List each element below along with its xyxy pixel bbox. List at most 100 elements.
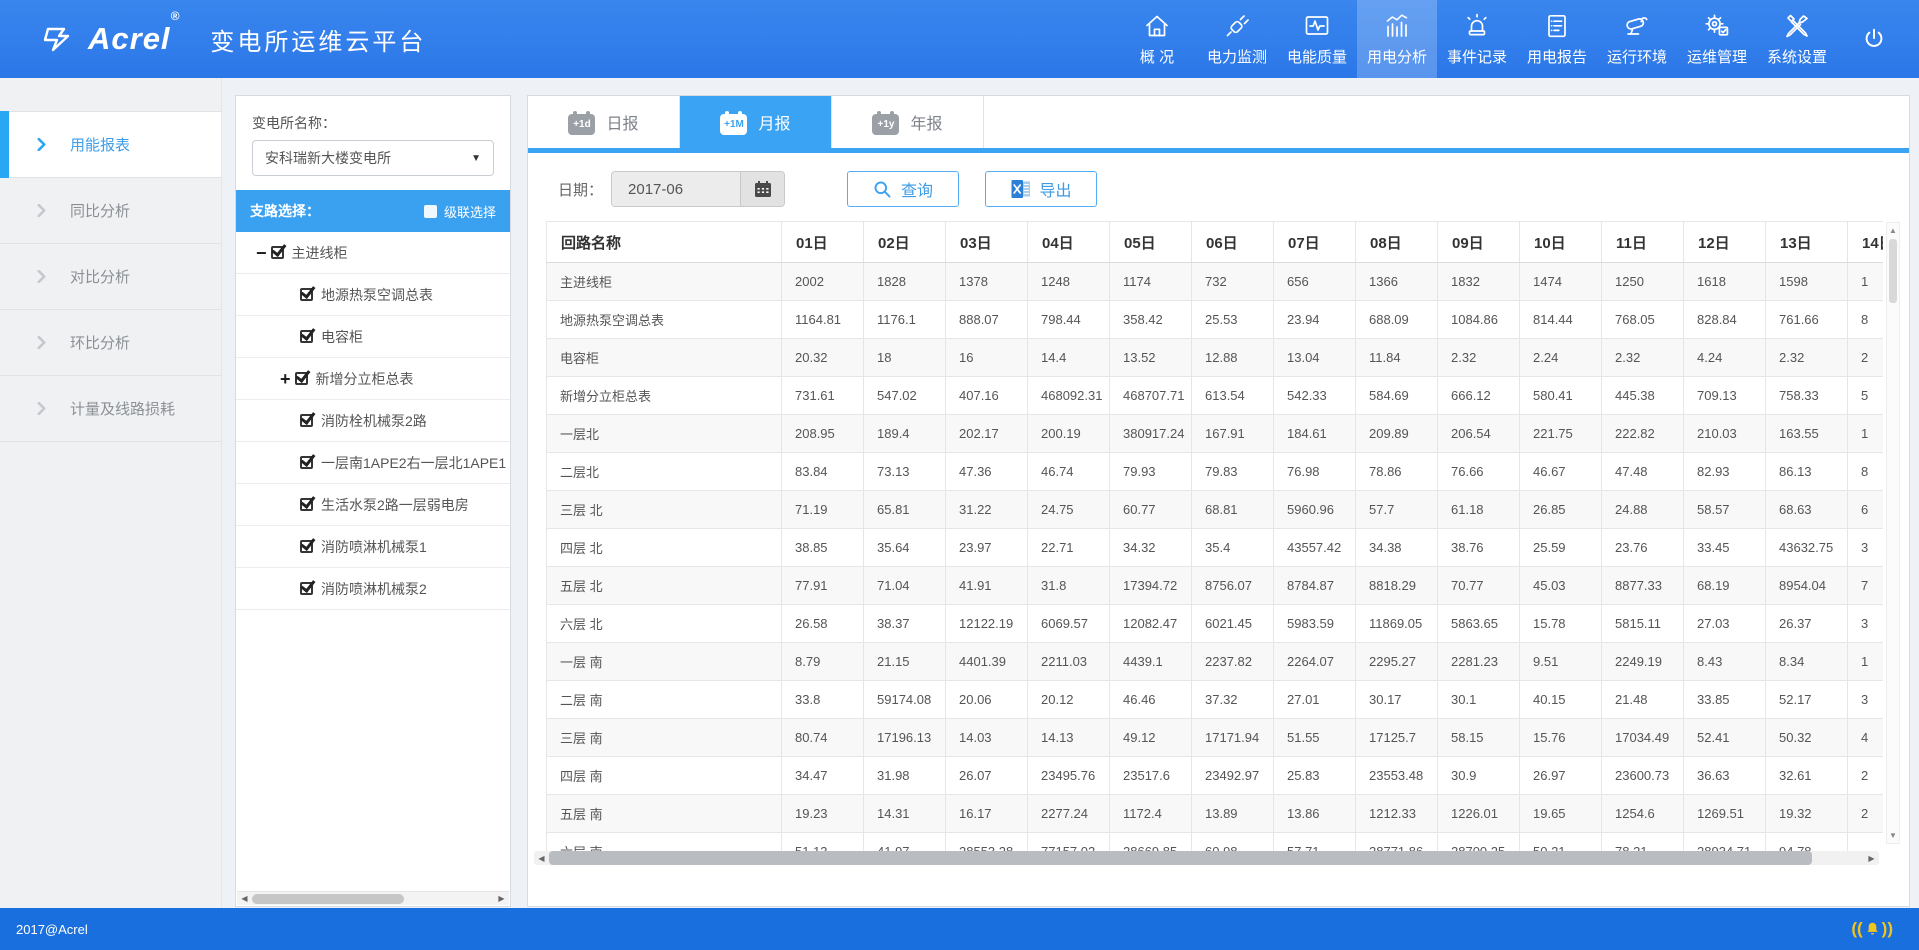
value-cell: 71.04 xyxy=(864,567,946,605)
value-cell: 19.65 xyxy=(1520,795,1602,833)
export-button[interactable]: 导出 xyxy=(985,171,1097,207)
col-header-day: 09日 xyxy=(1438,222,1520,263)
sidebar-item-yoy-analysis[interactable]: 同比分析 xyxy=(0,178,221,244)
value-cell: 358.42 xyxy=(1110,301,1192,339)
tab-daily[interactable]: +1d日报 xyxy=(528,96,680,148)
sidebar-item-energy-report[interactable]: 用能报表 xyxy=(0,112,221,178)
tree-item[interactable]: −主进线柜 xyxy=(236,232,510,274)
tree-item[interactable]: 地源热泵空调总表 xyxy=(236,274,510,316)
value-cell: 542.33 xyxy=(1274,377,1356,415)
value-cell: 16 xyxy=(946,339,1028,377)
value-cell xyxy=(1848,833,1884,854)
nav-item-power-monitor[interactable]: 电力监测 xyxy=(1197,0,1277,78)
tree-horizontal-scrollbar[interactable]: ◀ ▶ xyxy=(237,891,509,905)
scroll-down-icon[interactable]: ▼ xyxy=(1887,831,1899,840)
nav-item-event-log[interactable]: 事件记录 xyxy=(1437,0,1517,78)
nav-item-environment[interactable]: 运行环境 xyxy=(1597,0,1677,78)
scroll-up-icon[interactable]: ▲ xyxy=(1887,226,1899,235)
report-tabs: +1d日报+1M月报+1y年报 xyxy=(528,96,1909,148)
value-cell: 2.24 xyxy=(1520,339,1602,377)
value-cell: 83.84 xyxy=(782,453,864,491)
checkbox-checked-icon[interactable] xyxy=(300,498,313,511)
value-cell: 189.4 xyxy=(864,415,946,453)
sidebar-item-metering-line-loss[interactable]: 计量及线路损耗 xyxy=(0,376,221,442)
logout-button[interactable] xyxy=(1837,26,1911,52)
table-row: 六层 北26.5838.3712122.196069.5712082.47602… xyxy=(547,605,1884,643)
table-row: 二层 南33.859174.0820.0620.1246.4637.3227.0… xyxy=(547,681,1884,719)
nav-item-power-quality[interactable]: 电能质量 xyxy=(1277,0,1357,78)
value-cell: 1212.33 xyxy=(1356,795,1438,833)
scrollbar-thumb[interactable] xyxy=(252,894,404,904)
tree-item[interactable]: 一层南1APE2右一层北1APE1 xyxy=(236,442,510,484)
value-cell: 2277.24 xyxy=(1028,795,1110,833)
sidebar-item-comparison-analysis[interactable]: 对比分析 xyxy=(0,244,221,310)
scroll-left-icon[interactable]: ◀ xyxy=(237,894,252,903)
report-table: 回路名称01日02日03日04日05日06日07日08日09日10日11日12日… xyxy=(546,221,1883,853)
col-header-day: 01日 xyxy=(782,222,864,263)
tree-item[interactable]: 消防喷淋机械泵1 xyxy=(236,526,510,568)
value-cell: 30.17 xyxy=(1356,681,1438,719)
scroll-right-icon[interactable]: ▶ xyxy=(494,894,509,903)
tree-item[interactable]: 消防栓机械泵2路 xyxy=(236,400,510,442)
checkbox-checked-icon[interactable] xyxy=(300,330,313,343)
top-nav: 概 况电力监测电能质量用电分析事件记录用电报告运行环境运维管理系统设置 xyxy=(1117,0,1837,78)
table-row: 一层 南8.7921.154401.392211.034439.12237.82… xyxy=(547,643,1884,681)
value-cell: 13.04 xyxy=(1274,339,1356,377)
circuit-name-cell: 五层 南 xyxy=(547,795,782,833)
scroll-left-icon[interactable]: ◀ xyxy=(534,854,549,863)
checkbox-checked-icon[interactable] xyxy=(300,288,313,301)
checkbox-checked-icon[interactable] xyxy=(300,456,313,469)
search-icon xyxy=(873,180,892,199)
value-cell: 547.02 xyxy=(864,377,946,415)
date-picker-button[interactable] xyxy=(740,172,784,206)
value-cell: 36.63 xyxy=(1684,757,1766,795)
checkbox-checked-icon[interactable] xyxy=(300,540,313,553)
checkbox-checked-icon[interactable] xyxy=(271,246,284,259)
top-header: Acrel® 变电所运维云平台 概 况电力监测电能质量用电分析事件记录用电报告运… xyxy=(0,0,1919,78)
checkbox-checked-icon[interactable] xyxy=(295,372,308,385)
value-cell: 1176.1 xyxy=(864,301,946,339)
active-tab-strip xyxy=(528,148,1909,153)
scrollbar-thumb[interactable] xyxy=(549,851,1812,865)
scrollbar-thumb[interactable] xyxy=(1889,239,1897,303)
value-cell: 30.1 xyxy=(1438,681,1520,719)
nav-item-energy-report[interactable]: 用电报告 xyxy=(1517,0,1597,78)
tree-item[interactable]: +新增分立柜总表 xyxy=(236,358,510,400)
value-cell: 184.61 xyxy=(1274,415,1356,453)
tree-item[interactable]: 电容柜 xyxy=(236,316,510,358)
value-cell: 584.69 xyxy=(1356,377,1438,415)
value-cell: 59174.08 xyxy=(864,681,946,719)
date-input[interactable]: 2017-06 xyxy=(612,172,740,206)
value-cell: 709.13 xyxy=(1684,377,1766,415)
date-input-group: 2017-06 xyxy=(611,171,785,207)
cascade-checkbox[interactable]: 级联选择 xyxy=(424,202,496,221)
tab-monthly[interactable]: +1M月报 xyxy=(680,96,832,148)
sidebar-item-mom-analysis[interactable]: 环比分析 xyxy=(0,310,221,376)
query-button[interactable]: 查询 xyxy=(847,171,959,207)
table-vertical-scrollbar[interactable]: ▲ ▼ xyxy=(1886,222,1900,844)
value-cell: 80.74 xyxy=(782,719,864,757)
value-cell: 445.38 xyxy=(1602,377,1684,415)
notification-bell-button[interactable]: (( )) xyxy=(1851,919,1893,939)
collapse-icon[interactable]: − xyxy=(256,244,267,262)
nav-item-system-settings[interactable]: 系统设置 xyxy=(1757,0,1837,78)
col-header-day: 13日 xyxy=(1766,222,1848,263)
checkbox-checked-icon[interactable] xyxy=(300,414,313,427)
nav-item-overview[interactable]: 概 况 xyxy=(1117,0,1197,78)
nav-item-energy-analysis[interactable]: 用电分析 xyxy=(1357,0,1437,78)
value-cell: 1174 xyxy=(1110,263,1192,301)
value-cell: 28669.85 xyxy=(1110,833,1192,854)
nav-item-om-management[interactable]: 运维管理 xyxy=(1677,0,1757,78)
expand-icon[interactable]: + xyxy=(280,370,291,388)
tab-yearly[interactable]: +1y年报 xyxy=(832,96,984,148)
value-cell: 65.81 xyxy=(864,491,946,529)
value-cell: 8877.33 xyxy=(1602,567,1684,605)
checkbox-checked-icon[interactable] xyxy=(300,582,313,595)
table-horizontal-scrollbar[interactable]: ◀ ▶ xyxy=(534,851,1879,865)
col-header-day: 05日 xyxy=(1110,222,1192,263)
tree-item[interactable]: 消防喷淋机械泵2 xyxy=(236,568,510,610)
value-cell: 78.21 xyxy=(1602,833,1684,854)
tree-item[interactable]: 生活水泵2路一层弱电房 xyxy=(236,484,510,526)
station-select[interactable]: 安科瑞新大楼变电所 ▼ xyxy=(252,140,494,176)
scroll-right-icon[interactable]: ▶ xyxy=(1864,854,1879,863)
